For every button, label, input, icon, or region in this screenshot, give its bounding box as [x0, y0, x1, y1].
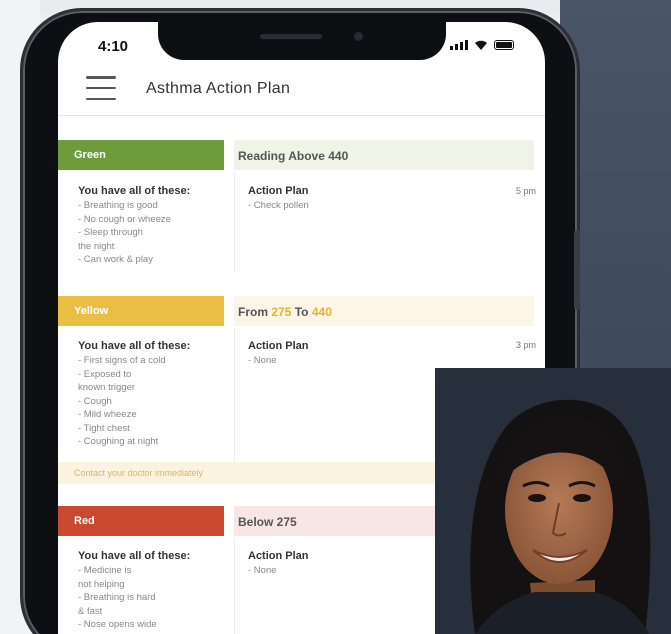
page-title: Asthma Action Plan — [146, 80, 291, 97]
presenter-photo — [435, 368, 671, 634]
action-list-green: - Check pollen — [248, 199, 309, 213]
action-plan-title: Action Plan — [248, 185, 309, 197]
list-item: - None — [248, 565, 277, 576]
symptom-list-yellow: - First signs of a cold - Exposed to kno… — [78, 354, 166, 449]
status-time: 4:10 — [98, 38, 129, 55]
zone-divider — [234, 538, 235, 634]
zone-tab-red[interactable]: Red — [58, 506, 224, 536]
zone-divider — [234, 328, 235, 462]
hamburger-menu-icon[interactable] — [86, 76, 116, 100]
list-item: & fast — [78, 605, 103, 617]
list-item: - Sleep through — [78, 227, 143, 238]
zone-banner-green: Reading Above 440 — [234, 140, 534, 170]
phone-side-button — [574, 230, 580, 310]
wifi-icon — [475, 40, 487, 50]
action-list-yellow: - None — [248, 354, 277, 368]
signal-icon — [450, 40, 468, 50]
list-item: - No cough or wheeze — [78, 213, 171, 225]
banner-text: To — [294, 305, 309, 319]
banner-value-from: 275 — [271, 305, 292, 319]
app-header: Asthma Action Plan — [58, 64, 545, 116]
action-plan-title: Action Plan — [248, 550, 309, 562]
action-time: 5 pm — [516, 186, 537, 196]
battery-icon — [494, 40, 514, 50]
speaker-grille — [260, 34, 322, 39]
list-item: - Mild wheeze — [78, 409, 137, 420]
front-camera — [354, 32, 363, 41]
action-time: 3 pm — [516, 340, 537, 350]
banner-text: From — [238, 305, 268, 319]
list-item: - Tight chest — [78, 422, 130, 434]
list-item: - Nose opens wide — [78, 619, 157, 630]
zone-banner-yellow: From 275 To 440 — [234, 296, 534, 326]
phone-notch — [158, 22, 446, 60]
zone-tab-green[interactable]: Green — [58, 140, 224, 170]
list-item: - Check pollen — [248, 200, 309, 211]
zone-tab-yellow[interactable]: Yellow — [58, 296, 224, 326]
list-item: known trigger — [78, 382, 136, 393]
action-plan-title: Action Plan — [248, 340, 309, 352]
list-item: - Exposed to — [78, 368, 132, 380]
list-item: - None — [248, 355, 277, 366]
symptoms-title: You have all of these: — [78, 550, 191, 562]
symptom-list-green: - Breathing is good - No cough or wheeze… — [78, 199, 171, 267]
list-item: - Coughing at night — [78, 436, 159, 447]
symptoms-title: You have all of these: — [78, 185, 191, 197]
banner-value-to: 440 — [311, 305, 332, 319]
zone-divider — [234, 172, 235, 272]
list-item: - Can work & play — [78, 254, 153, 265]
list-item: the night — [78, 240, 115, 252]
list-item: - Breathing is good — [78, 200, 158, 211]
list-item: - Medicine is — [78, 565, 132, 576]
list-item: - Cough — [78, 395, 112, 407]
symptom-list-red: - Medicine is not helping - Breathing is… — [78, 564, 157, 632]
presenter-portrait — [435, 368, 671, 634]
symptoms-title: You have all of these: — [78, 340, 191, 352]
status-icons — [450, 40, 514, 50]
list-item: - First signs of a cold — [78, 355, 166, 366]
list-item: - Breathing is hard — [78, 592, 156, 603]
list-item: not helping — [78, 578, 125, 590]
action-list-red: - None — [248, 564, 277, 578]
